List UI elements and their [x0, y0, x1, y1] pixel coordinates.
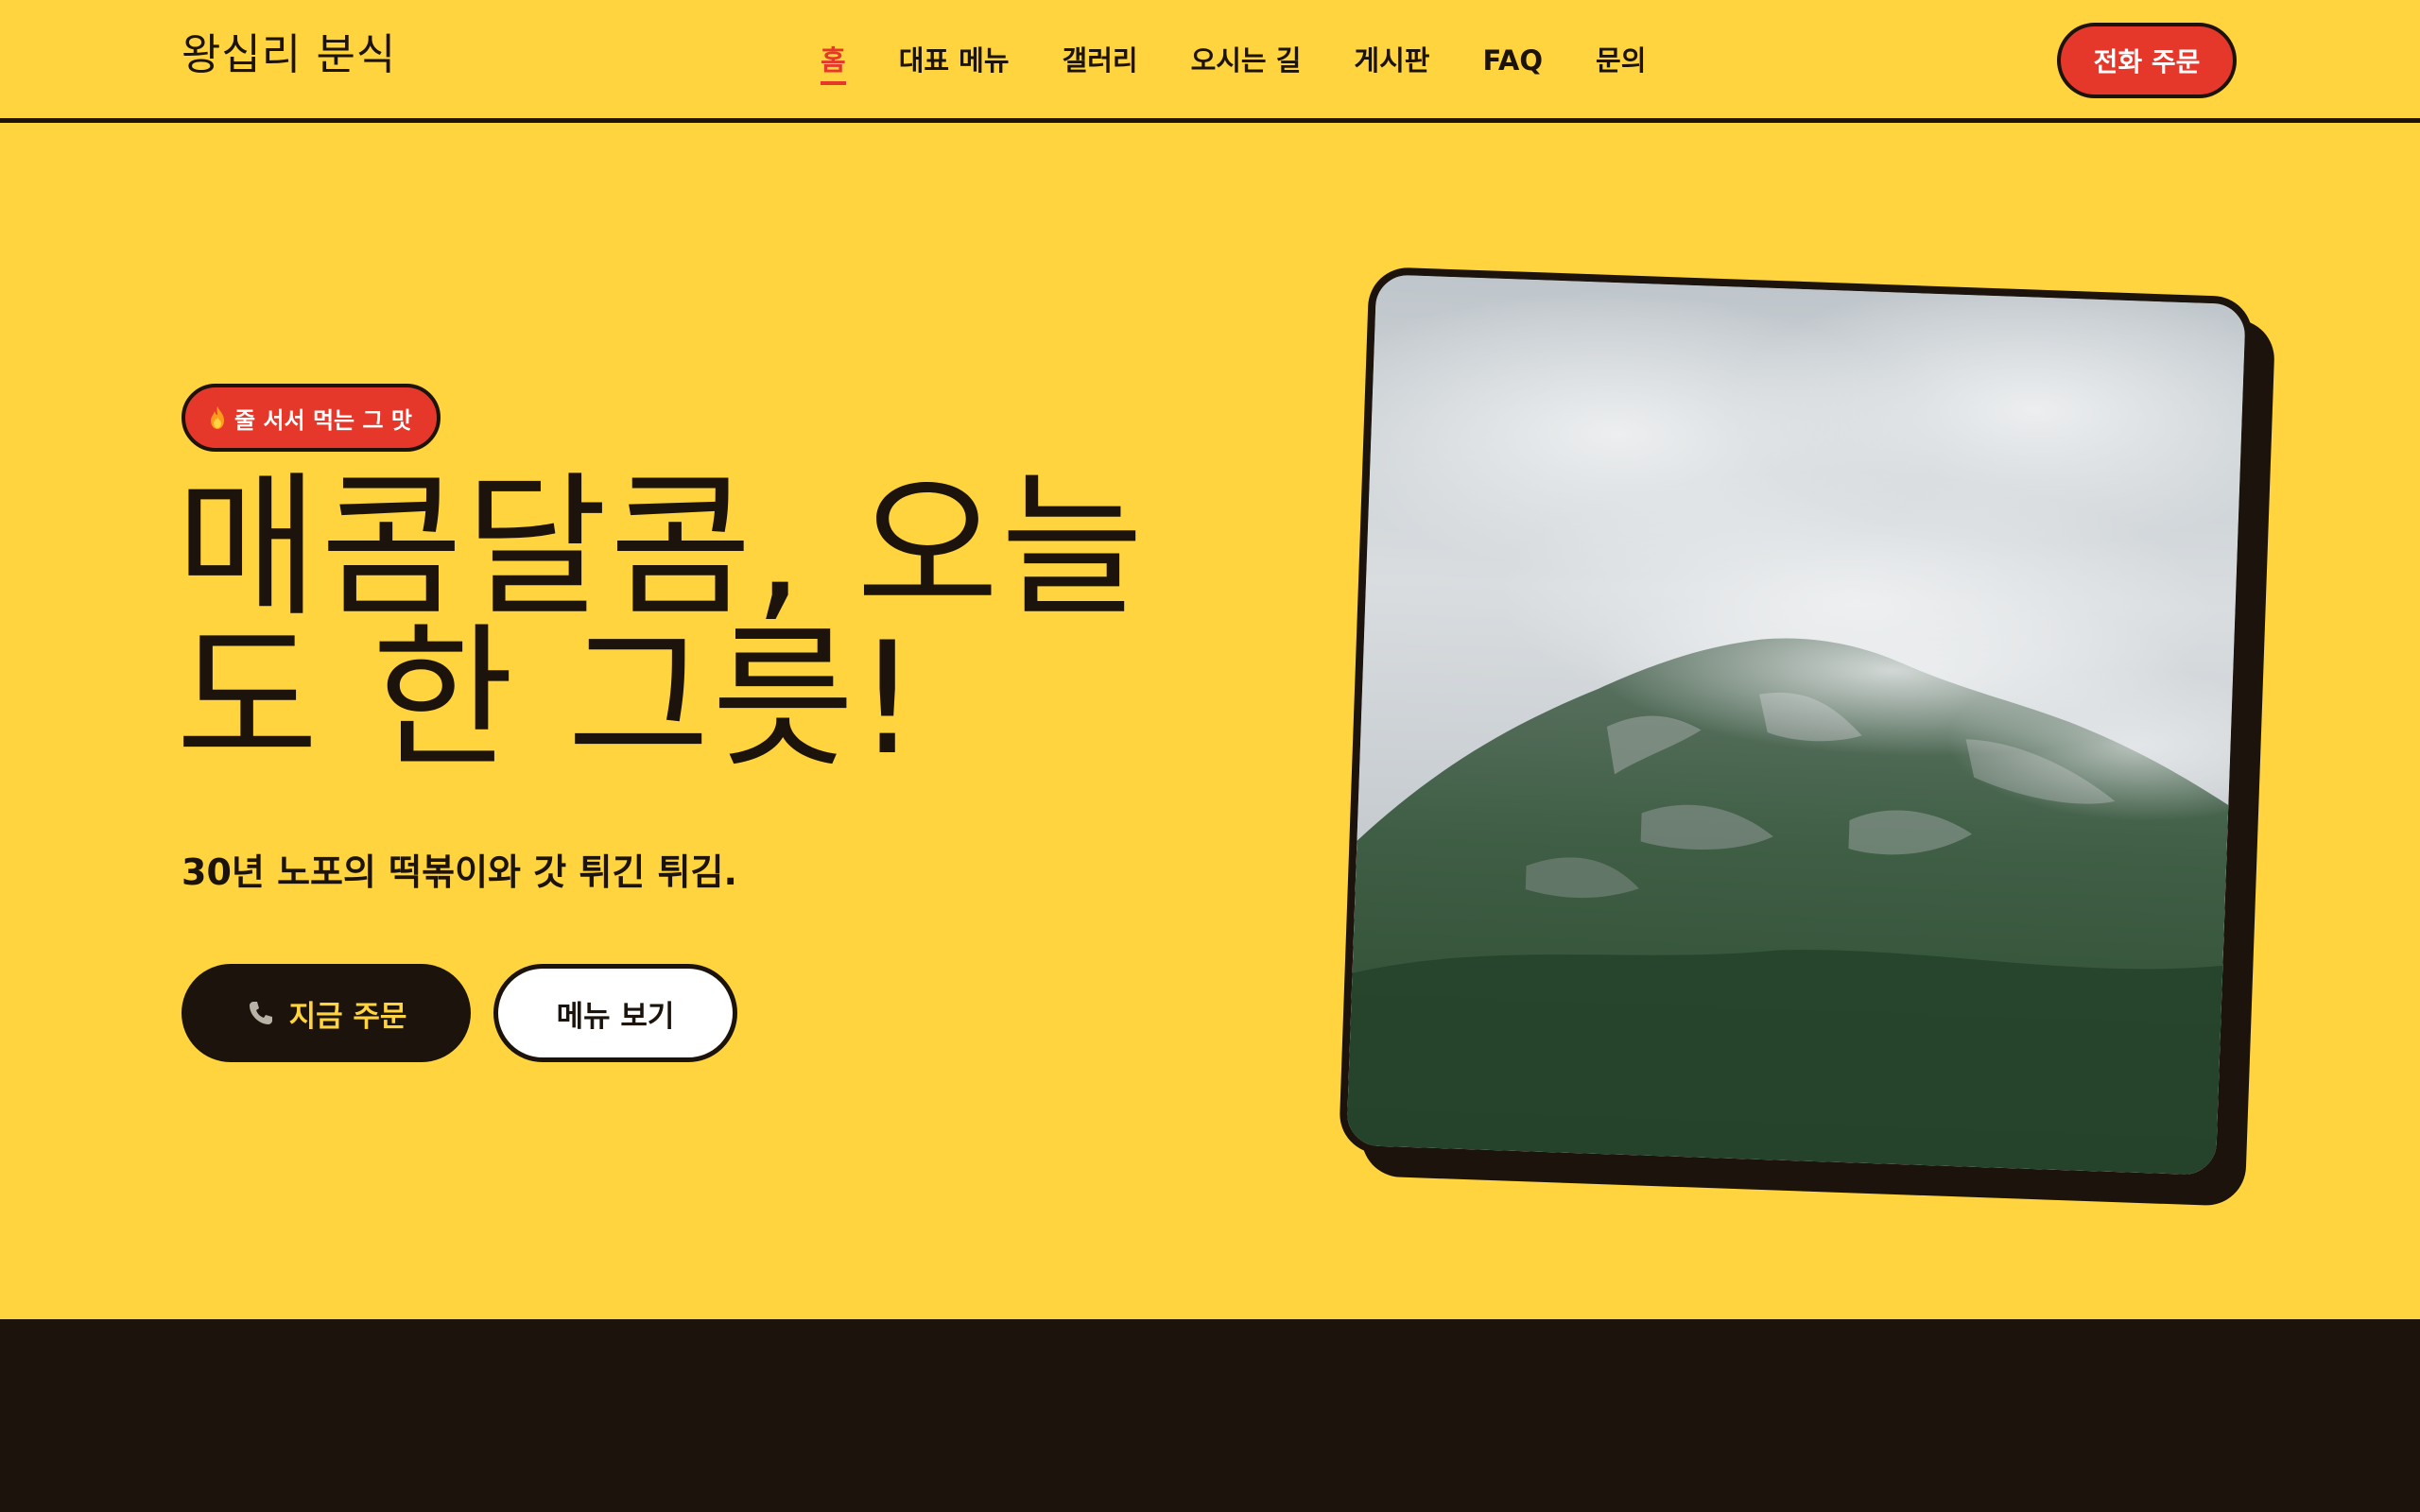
hero-subtext: 30년 노포의 떡볶이와 갓 튀긴 튀김. [182, 851, 737, 893]
nav-item-contact[interactable]: 문의 [1596, 42, 1646, 79]
fire-icon [208, 405, 227, 430]
hero-badge-text: 줄 서서 먹는 그 맛 [234, 406, 412, 434]
nav-item-gallery[interactable]: 갤러리 [1063, 42, 1138, 79]
nav-item-board[interactable]: 게시판 [1354, 42, 1429, 79]
dark-section [0, 1319, 2420, 1512]
hero-image [1338, 266, 2255, 1184]
site-header: 왕십리 분식 홈 대표 메뉴 갤러리 오시는 길 게시판 FAQ 문의 전화 주… [0, 0, 2420, 123]
view-menu-button[interactable]: 메뉴 보기 [493, 964, 737, 1062]
nav-item-signature-menu[interactable]: 대표 메뉴 [899, 42, 1010, 79]
main-nav: 홈 대표 메뉴 갤러리 오시는 길 게시판 FAQ 문의 [821, 42, 1646, 89]
hero-badge: 줄 서서 먹는 그 맛 [182, 384, 441, 452]
phone-icon [246, 998, 276, 1028]
nav-item-directions[interactable]: 오시는 길 [1191, 42, 1302, 79]
hero-image-card [1338, 266, 2276, 1207]
order-now-button[interactable]: 지금 주문 [182, 964, 471, 1062]
nav-item-faq[interactable]: FAQ [1482, 42, 1543, 79]
brand-logo[interactable]: 왕십리 분식 [182, 28, 396, 81]
nav-item-home[interactable]: 홈 [821, 42, 846, 85]
mountain-landscape-image [1346, 274, 2246, 1176]
order-now-label: 지금 주문 [288, 999, 407, 1034]
hero-headline: 매콤달콤, 오늘도 한 그릇! [176, 457, 1146, 789]
phone-order-button[interactable]: 전화 주문 [2057, 23, 2237, 98]
